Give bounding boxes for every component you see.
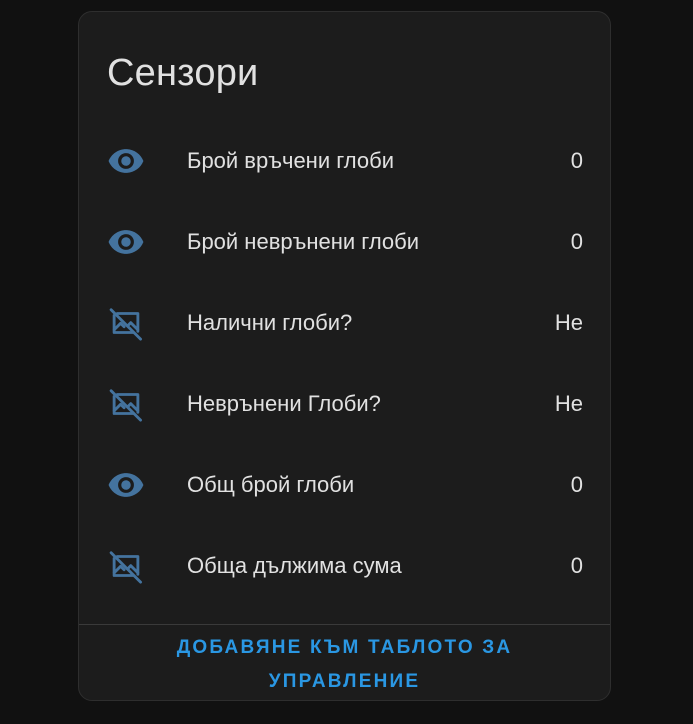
sensor-value: Не — [554, 390, 583, 416]
sensors-card: Сензори Брой връчени глоби 0 Брой неврън… — [78, 11, 611, 701]
sensor-value: 0 — [570, 228, 583, 254]
sensor-row[interactable]: Обща дължима сума 0 — [79, 525, 610, 606]
eye-icon — [107, 466, 145, 504]
sensor-label: Брой връчени глоби — [187, 147, 394, 173]
sensor-label: Неврънени Глоби? — [187, 390, 381, 416]
sensor-row[interactable]: Неврънени Глоби? Не — [79, 363, 610, 444]
sensor-label: Брой неврънени глоби — [187, 228, 420, 254]
add-to-dashboard-button[interactable]: ДОБАВЯНЕ КЪМ ТАБЛОТО ЗА УПРАВЛЕНИЕ — [79, 631, 610, 699]
sensor-value: 0 — [570, 552, 583, 578]
sensor-row[interactable]: Общ брой глоби 0 — [79, 444, 610, 525]
image-off-icon — [107, 547, 145, 585]
sensor-label: Налични глоби? — [187, 309, 353, 335]
image-off-icon — [107, 304, 145, 342]
sensor-row[interactable]: Брой връчени глоби 0 — [79, 120, 610, 201]
card-divider — [79, 624, 610, 625]
sensor-row[interactable]: Брой неврънени глоби 0 — [79, 201, 610, 282]
sensor-value: 0 — [570, 147, 583, 173]
eye-icon — [107, 142, 145, 180]
eye-icon — [107, 223, 145, 261]
sensor-list: Брой връчени глоби 0 Брой неврънени глоб… — [79, 120, 610, 606]
sensor-label: Общ брой глоби — [187, 471, 355, 497]
card-title: Сензори — [107, 52, 259, 94]
sensor-value: Не — [554, 309, 583, 335]
image-off-icon — [107, 385, 145, 423]
sensor-label: Обща дължима сума — [187, 552, 402, 578]
sensor-row[interactable]: Налични глоби? Не — [79, 282, 610, 363]
sensor-value: 0 — [570, 471, 583, 497]
